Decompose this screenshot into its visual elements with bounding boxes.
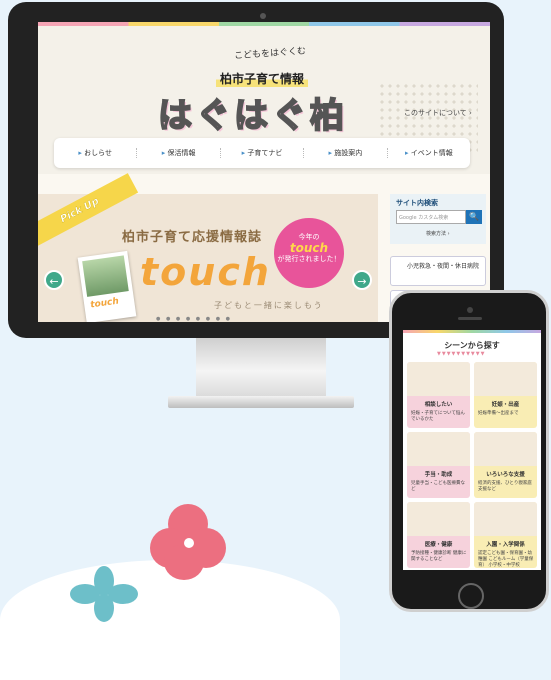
badge-word: touch xyxy=(289,241,329,255)
blue-flower-decoration xyxy=(70,566,140,622)
scene-tile-consult[interactable]: 相談したい 妊娠・子育てについて悩んでいるかた xyxy=(407,362,470,428)
nav-item-hokatsu[interactable]: 保活情報 xyxy=(137,148,221,158)
magazine-label: touch xyxy=(89,296,120,311)
badge-line2: が発行されました！ xyxy=(277,255,341,263)
main-nav: おしらせ 保活情報 子育てナビ 施設案内 イベント情報 xyxy=(54,138,470,168)
tile-desc: 妊娠準備〜出産まで xyxy=(478,411,519,416)
desktop-screen: こどもをはぐくむ 柏市子育て情報 はぐはぐ柏 はぐはぐ柏 このサイトについて ›… xyxy=(38,22,490,322)
tile-desc: 経済的支援、ひとり親家庭支援など xyxy=(478,481,532,492)
tile-title: 相談したい xyxy=(424,402,453,408)
tile-title: 医療・健康 xyxy=(424,542,453,548)
carousel-next-button[interactable]: → xyxy=(352,270,372,290)
sidebar-search-title: サイト内検索 xyxy=(396,199,438,207)
banner-title: 柏市子育て応援情報誌 xyxy=(122,230,263,245)
scene-tile-medical[interactable]: 医療・健康 予防接種・健康診断 健康に関することなど xyxy=(407,502,470,568)
monitor-base xyxy=(168,396,354,408)
carousel-prev-button[interactable]: ← xyxy=(44,270,64,290)
site-logo[interactable]: はぐはぐ柏 xyxy=(157,88,348,137)
about-site-link[interactable]: このサイトについて › xyxy=(404,108,472,118)
sidebar-card-emergency[interactable]: 小児救急・夜間・休日病院 xyxy=(390,256,486,286)
tile-illustration xyxy=(407,502,470,536)
magazine-cover: touch xyxy=(77,250,137,322)
tile-illustration xyxy=(407,362,470,396)
tile-title: 妊娠・出産 xyxy=(491,402,520,408)
tile-illustration xyxy=(474,432,537,466)
search-help-link[interactable]: 検索方法 › xyxy=(426,230,450,237)
bunting-decoration: ▼▼▼▼▼▼▼▼▼▼ xyxy=(437,351,486,357)
phone-screen: シーンから探す ▼▼▼▼▼▼▼▼▼▼ 相談したい 妊娠・子育てについて悩んでいる… xyxy=(403,330,541,570)
scene-search-title: シーンから探す xyxy=(444,341,500,350)
pink-flower-decoration xyxy=(150,504,230,584)
tile-desc: 予防接種・健康診断 健康に関することなど xyxy=(411,551,467,562)
camera-icon xyxy=(260,13,266,19)
monitor-stand xyxy=(196,338,326,398)
tile-illustration xyxy=(474,502,537,536)
tile-illustration xyxy=(407,432,470,466)
carousel-indicator[interactable]: ● ● ● ● ● ● ● ● xyxy=(156,316,232,322)
scene-tile-school[interactable]: 入園・入学関係 認定こども園・保育園・幼稚園 こどもルーム（学童保育） 小学校・… xyxy=(474,502,537,568)
tile-illustration xyxy=(474,362,537,396)
desktop-monitor: こどもをはぐくむ 柏市子育て情報 はぐはぐ柏 はぐはぐ柏 このサイトについて ›… xyxy=(8,2,504,338)
site-subtitle: 柏市子育て情報 xyxy=(216,70,309,87)
nav-item-events[interactable]: イベント情報 xyxy=(388,148,470,158)
nav-item-news[interactable]: おしらせ xyxy=(54,148,138,158)
tile-title: いろいろな支援 xyxy=(486,472,525,478)
search-input[interactable]: Google カスタム検索 xyxy=(396,210,466,224)
tile-title: 入園・入学関係 xyxy=(486,542,525,548)
phone-camera-icon xyxy=(467,307,473,313)
smartphone: シーンから探す ▼▼▼▼▼▼▼▼▼▼ 相談したい 妊娠・子育てについて悩んでいる… xyxy=(389,290,549,612)
new-issue-badge: 今年の touch が発行されました！ xyxy=(274,218,344,288)
phone-color-stripe xyxy=(403,330,541,333)
magazine-photo xyxy=(82,255,129,297)
banner-touch-word: touch xyxy=(140,250,271,294)
scene-tile-support[interactable]: いろいろな支援 経済的支援、ひとり親家庭支援など xyxy=(474,432,537,498)
phone-speaker xyxy=(458,317,482,320)
scene-tile-allowance[interactable]: 手当・助成 児童手当・こども医療費など xyxy=(407,432,470,498)
nav-item-navi[interactable]: 子育てナビ xyxy=(221,148,305,158)
tile-desc: 認定こども園・保育園・幼稚園 こどもルーム（学童保育） 小学校・中学校 xyxy=(478,551,534,568)
banner-subtext: 子どもと一緒に楽しもう xyxy=(214,301,324,310)
tile-desc: 児童手当・こども医療費など xyxy=(411,481,465,492)
tile-title: 手当・助成 xyxy=(424,472,453,478)
home-button[interactable] xyxy=(458,583,484,609)
tile-desc: 妊娠・子育てについて悩んでいるかた xyxy=(411,411,465,422)
scene-tile-pregnancy[interactable]: 妊娠・出産 妊娠準備〜出産まで xyxy=(474,362,537,428)
search-button[interactable]: 🔍 xyxy=(466,210,482,224)
nav-item-facilities[interactable]: 施設案内 xyxy=(304,148,388,158)
